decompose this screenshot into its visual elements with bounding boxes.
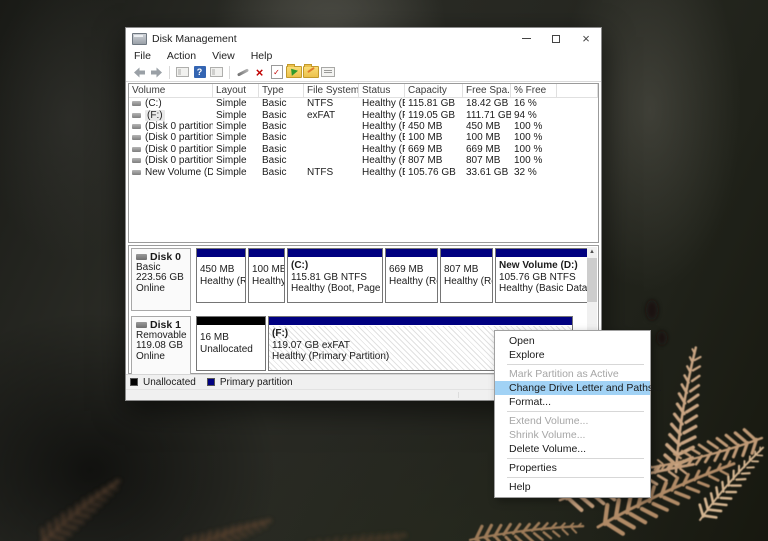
table-row[interactable]: (Disk 0 partition 1) Simple Basic Health… <box>129 121 598 132</box>
menu-item-explore[interactable]: Explore <box>495 348 650 362</box>
menu-item-open[interactable]: Open <box>495 334 650 348</box>
disk0-label[interactable]: Disk 0 Basic 223.56 GB Online <box>131 248 191 311</box>
delete-icon[interactable]: × <box>251 64 268 80</box>
close-button[interactable]: × <box>571 28 601 49</box>
window-controls: × <box>511 28 601 49</box>
volume-list-header: Volume Layout Type File System Status Ca… <box>129 84 598 98</box>
volume-icon <box>132 101 141 106</box>
close-icon: × <box>582 32 590 45</box>
status-bar-divider <box>458 392 459 398</box>
menu-separator <box>507 477 644 478</box>
scrollbar-thumb[interactable] <box>587 258 597 302</box>
toolbar-separator <box>229 66 230 79</box>
partition-color-bar <box>288 249 382 258</box>
table-row[interactable]: (Disk 0 partition 2) Simple Basic Health… <box>129 132 598 143</box>
volume-list: Volume Layout Type File System Status Ca… <box>128 83 599 243</box>
disk0-partitions: 450 MBHealthy (Rec 100 MBHealthy (C:)115… <box>196 248 585 311</box>
action-pane-icon[interactable] <box>208 64 225 80</box>
menu-item-delete-volume[interactable]: Delete Volume... <box>495 442 650 456</box>
disk-icon <box>136 254 147 260</box>
toolbar-separator <box>169 66 170 79</box>
partition-c[interactable]: (C:)115.81 GB NTFSHealthy (Boot, Page Fi… <box>287 248 383 303</box>
menu-separator <box>507 411 644 412</box>
menu-item-change-drive-letter[interactable]: Change Drive Letter and Paths... <box>495 381 650 395</box>
column-file-system[interactable]: File System <box>304 84 359 97</box>
toolbar: ? × ✓ <box>126 63 601 82</box>
column-volume[interactable]: Volume <box>129 84 213 97</box>
table-row[interactable]: New Volume (D:) Simple Basic NTFS Health… <box>129 166 598 177</box>
folder-edit-icon[interactable] <box>302 64 319 80</box>
menu-action[interactable]: Action <box>159 50 204 62</box>
partition-color-bar <box>197 249 245 258</box>
volume-icon <box>132 135 141 140</box>
check-doc-icon[interactable]: ✓ <box>268 64 285 80</box>
column-free-space[interactable]: Free Spa... <box>463 84 511 97</box>
back-icon[interactable] <box>131 64 148 80</box>
menu-file[interactable]: File <box>126 50 159 62</box>
legend-swatch-unallocated <box>130 378 138 386</box>
column-type[interactable]: Type <box>259 84 304 97</box>
menu-item-shrink-volume: Shrink Volume... <box>495 428 650 442</box>
maximize-icon <box>552 35 560 43</box>
maximize-button[interactable] <box>541 28 571 49</box>
partition-color-bar <box>441 249 492 258</box>
partition-color-bar <box>249 249 284 258</box>
menu-separator <box>507 458 644 459</box>
folder-refresh-icon[interactable] <box>285 64 302 80</box>
context-menu: Open Explore Mark Partition as Active Ch… <box>494 330 651 498</box>
menu-item-format[interactable]: Format... <box>495 395 650 409</box>
partition-669mb[interactable]: 669 MBHealthy (Rec <box>385 248 438 303</box>
partition-color-bar <box>197 317 265 326</box>
disk0-row: Disk 0 Basic 223.56 GB Online 450 MBHeal… <box>131 248 585 311</box>
volume-icon <box>132 124 141 129</box>
minimize-icon <box>522 38 531 39</box>
console-tree-icon[interactable] <box>174 64 191 80</box>
details-icon[interactable] <box>319 64 336 80</box>
table-row-selected[interactable]: (F:) Simple Basic exFAT Healthy (P... 11… <box>129 109 598 120</box>
minimize-button[interactable] <box>511 28 541 49</box>
app-icon <box>132 33 147 45</box>
menu-separator <box>507 364 644 365</box>
partition-unallocated[interactable]: 16 MBUnallocated <box>196 316 266 371</box>
volume-icon <box>132 147 141 152</box>
volume-icon <box>132 113 141 118</box>
menu-view[interactable]: View <box>204 50 243 62</box>
scroll-up-icon[interactable]: ▲ <box>587 247 597 257</box>
menu-item-help[interactable]: Help <box>495 480 650 494</box>
menu-help[interactable]: Help <box>243 50 281 62</box>
forward-icon[interactable] <box>148 64 165 80</box>
column-empty <box>557 84 598 97</box>
column-pct-free[interactable]: % Free <box>511 84 557 97</box>
table-row[interactable]: (C:) Simple Basic NTFS Healthy (B... 115… <box>129 98 598 109</box>
disk1-label[interactable]: Disk 1 Removable 119.08 GB Online <box>131 316 191 379</box>
volume-icon <box>132 170 141 175</box>
table-row[interactable]: (Disk 0 partition 6) Simple Basic Health… <box>129 155 598 166</box>
window-title: Disk Management <box>152 33 237 45</box>
menu-item-extend-volume: Extend Volume... <box>495 414 650 428</box>
table-row[interactable]: (Disk 0 partition 5) Simple Basic Health… <box>129 144 598 155</box>
volume-icon <box>132 158 141 163</box>
help-icon[interactable]: ? <box>191 64 208 80</box>
partition-color-bar <box>269 317 572 326</box>
legend-label: Unallocated <box>143 377 196 388</box>
partition-color-bar <box>496 249 587 258</box>
partition-100mb[interactable]: 100 MBHealthy <box>248 248 285 303</box>
partition-d[interactable]: New Volume (D:)105.76 GB NTFSHealthy (Ba… <box>495 248 588 303</box>
column-layout[interactable]: Layout <box>213 84 259 97</box>
column-capacity[interactable]: Capacity <box>405 84 463 97</box>
legend-label: Primary partition <box>220 377 293 388</box>
partition-color-bar <box>386 249 437 258</box>
tool-icon[interactable] <box>234 64 251 80</box>
menu-item-properties[interactable]: Properties <box>495 461 650 475</box>
disk-icon <box>136 322 147 328</box>
titlebar: Disk Management × <box>126 28 601 49</box>
legend-swatch-primary <box>207 378 215 386</box>
menu-item-mark-partition-active: Mark Partition as Active <box>495 367 650 381</box>
partition-807mb[interactable]: 807 MBHealthy (Recc <box>440 248 493 303</box>
menu-bar: File Action View Help <box>126 49 601 63</box>
partition-450mb[interactable]: 450 MBHealthy (Rec <box>196 248 246 303</box>
column-status[interactable]: Status <box>359 84 405 97</box>
